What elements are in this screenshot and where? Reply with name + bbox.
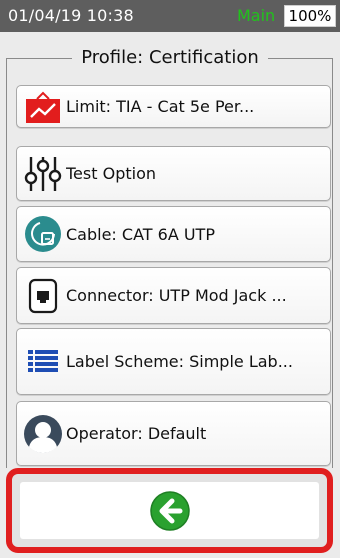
test-option-button[interactable]: Test Option <box>16 146 331 201</box>
operator-label: Operator: Default <box>66 424 207 443</box>
label-scheme-button[interactable]: Label Scheme: Simple Lab... <box>16 328 331 395</box>
cable-label: Cable: CAT 6A UTP <box>66 224 215 244</box>
back-highlight-frame <box>6 468 333 553</box>
cable-button[interactable]: Cable: CAT 6A UTP <box>16 206 331 262</box>
user-icon <box>23 414 63 454</box>
limit-label: Limit: TIA - Cat 5e Per... <box>66 97 255 116</box>
limit-button[interactable]: Limit: TIA - Cat 5e Per... <box>16 85 331 128</box>
back-button[interactable] <box>20 482 319 539</box>
list-icon <box>23 342 63 382</box>
connector-button[interactable]: Connector: UTP Mod Jack ... <box>16 267 331 324</box>
connector-label: Connector: UTP Mod Jack ... <box>66 286 287 305</box>
status-mode: Main <box>237 6 276 25</box>
battery-indicator: 100% <box>284 5 336 27</box>
status-datetime: 01/04/19 10:38 <box>8 6 134 25</box>
page-title: Profile: Certification <box>72 45 268 71</box>
operator-button[interactable]: Operator: Default <box>16 401 331 466</box>
label-scheme-label: Label Scheme: Simple Lab... <box>66 352 293 371</box>
cable-icon <box>23 214 63 254</box>
test-option-label: Test Option <box>66 164 156 183</box>
connector-jack-icon <box>23 276 63 316</box>
chart-limit-icon <box>23 87 63 127</box>
back-arrow-icon <box>149 490 190 531</box>
sliders-icon <box>23 154 63 194</box>
status-bar: 01/04/19 10:38 Main 100% <box>0 0 340 32</box>
